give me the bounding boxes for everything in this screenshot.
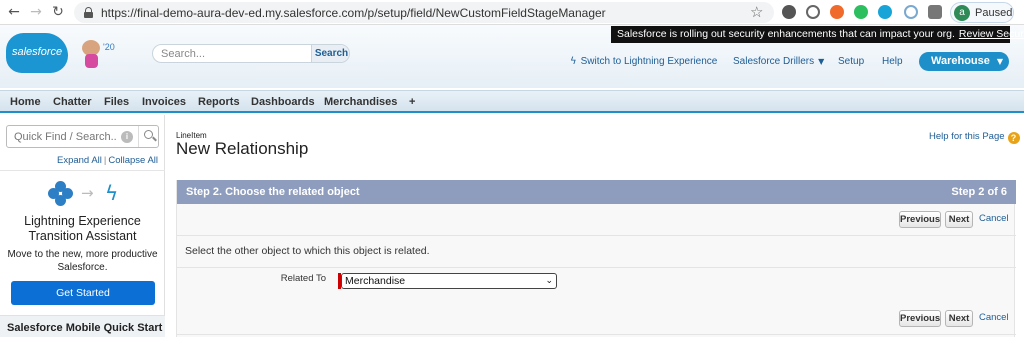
tab-bar: Home Chatter Files Invoices Reports Dash… — [0, 90, 1024, 113]
page-title: New Relationship — [176, 139, 309, 158]
lea-desc-line-2: Salesforce. — [57, 262, 108, 273]
cancel-link-bottom[interactable]: Cancel — [979, 312, 1009, 323]
main-content: LineItem New Relationship Help for this … — [165, 115, 1024, 337]
search-button[interactable]: Search — [311, 45, 349, 62]
chevron-down-icon: ▼ — [996, 57, 1003, 66]
global-search: Search — [152, 44, 350, 63]
expand-all-link[interactable]: Expand All — [57, 155, 102, 166]
security-alert-banner: Salesforce is rolling out security enhan… — [611, 26, 1024, 43]
step-title: Step 2. Choose the related object — [186, 186, 360, 198]
lea-title: Lightning Experience Transition Assistan… — [0, 214, 165, 244]
avatar: a — [954, 5, 970, 21]
tab-merchandises[interactable]: Merchandises — [324, 96, 397, 108]
cancel-link[interactable]: Cancel — [979, 213, 1009, 224]
user-menu-label: Salesforce Drillers — [733, 56, 815, 67]
evernote-icon[interactable] — [854, 5, 868, 19]
mascot-year: '20 — [103, 42, 115, 52]
bottom-button-row: Previous Next Cancel — [177, 303, 1016, 335]
expand-collapse-row: Expand All | Collapse All — [56, 155, 158, 166]
mascot-icon — [77, 38, 105, 68]
instruction-text: Select the other object to which this ob… — [185, 245, 430, 257]
tab-home[interactable]: Home — [10, 96, 41, 108]
lea-title-line-1: Lightning Experience — [24, 214, 141, 228]
classic-flower-icon — [48, 181, 74, 207]
lea-title-line-2: Transition Assistant — [28, 229, 137, 243]
wizard-panel: Step 2. Choose the related object Step 2… — [176, 180, 1016, 337]
address-bar[interactable]: https://final-demo-aura-dev-ed.my.salesf… — [74, 2, 774, 23]
related-to-value: Merchandise — [345, 275, 406, 287]
step-header: Step 2. Choose the related object Step 2… — [177, 180, 1016, 204]
url-text: https://final-demo-aura-dev-ed.my.salesf… — [101, 6, 606, 20]
chevron-down-icon: ⌄ — [545, 276, 553, 286]
lightning-transition-card: → ϟ Lightning Experience Transition Assi… — [0, 170, 165, 310]
browser-toolbar: ← → ↻ https://final-demo-aura-dev-ed.my.… — [0, 0, 1024, 25]
extension-leaf-icon[interactable] — [904, 5, 918, 19]
setup-sidebar: i Expand All|Collapse All → ϟ Lightning … — [0, 115, 165, 337]
quick-find: i — [6, 125, 159, 148]
chevron-down-icon: ▼ — [818, 57, 825, 66]
related-to-label: Related To — [280, 273, 326, 284]
switch-lightning-label: Switch to Lightning Experience — [580, 56, 718, 67]
app-menu-label: Warehouse — [931, 55, 990, 67]
tab-invoices[interactable]: Invoices — [142, 96, 186, 108]
help-for-page-label: Help for this Page — [929, 131, 1005, 142]
next-button[interactable]: Next — [945, 211, 973, 228]
salesforce-logo[interactable]: salesforce — [6, 33, 68, 73]
reload-icon[interactable]: ↻ — [50, 4, 66, 20]
search-icon[interactable] — [138, 126, 159, 147]
profile-button[interactable]: a Paused — [950, 2, 1014, 23]
forward-icon[interactable]: → — [28, 4, 44, 20]
alert-text: Salesforce is rolling out security enhan… — [617, 28, 955, 40]
related-to-select[interactable]: Merchandise ⌄ — [341, 273, 557, 289]
app-menu-button[interactable]: Warehouse ▼ — [919, 52, 1009, 71]
setup-link[interactable]: Setup — [838, 56, 864, 67]
next-button-bottom[interactable]: Next — [945, 310, 973, 327]
review-security-alert-link[interactable]: Review Security Alert — [959, 28, 1024, 40]
profile-status: Paused — [975, 7, 1013, 19]
back-icon[interactable]: ← — [6, 4, 22, 20]
tab-files[interactable]: Files — [104, 96, 129, 108]
help-for-page-link[interactable]: Help for this Page? — [929, 131, 1020, 144]
collapse-all-link[interactable]: Collapse All — [108, 155, 158, 166]
help-icon[interactable]: i — [121, 131, 133, 143]
get-started-button[interactable]: Get Started — [11, 281, 155, 305]
cloud-extension-icon[interactable] — [878, 5, 892, 19]
user-menu[interactable]: Salesforce Drillers ▼ — [733, 56, 824, 67]
top-button-row: Previous Next Cancel — [177, 204, 1016, 236]
skype-icon[interactable] — [806, 5, 820, 19]
tab-dashboards[interactable]: Dashboards — [251, 96, 315, 108]
lock-icon — [84, 7, 93, 18]
switch-lightning-link[interactable]: ϟ Switch to Lightning Experience — [570, 56, 717, 67]
puzzle-icon[interactable] — [928, 5, 942, 19]
transition-icons: → ϟ — [48, 181, 123, 207]
lightning-bolt-icon: ϟ — [570, 56, 577, 67]
help-link[interactable]: Help — [882, 56, 903, 67]
lea-desc-line-1: Move to the new, more productive — [7, 249, 158, 260]
extension-orange-icon[interactable] — [830, 5, 844, 19]
logo-text: salesforce — [12, 46, 63, 58]
add-tab-button[interactable]: + — [409, 96, 415, 108]
quick-find-input[interactable] — [7, 126, 117, 147]
help-question-icon: ? — [1007, 132, 1020, 144]
bookmark-star-icon[interactable]: ☆ — [750, 3, 763, 21]
previous-button[interactable]: Previous — [899, 211, 941, 228]
step-count: Step 2 of 6 — [951, 186, 1007, 198]
tab-chatter[interactable]: Chatter — [53, 96, 92, 108]
tab-reports[interactable]: Reports — [198, 96, 240, 108]
lea-description: Move to the new, more productive Salesfo… — [6, 248, 159, 274]
arrow-right-icon: → — [81, 184, 94, 202]
extension-icon[interactable] — [782, 5, 796, 19]
previous-button-bottom[interactable]: Previous — [899, 310, 941, 327]
mobile-quick-start-header[interactable]: Salesforce Mobile Quick Start — [0, 315, 165, 337]
search-input[interactable] — [153, 45, 311, 62]
lightning-icon: ϟ — [105, 181, 119, 205]
